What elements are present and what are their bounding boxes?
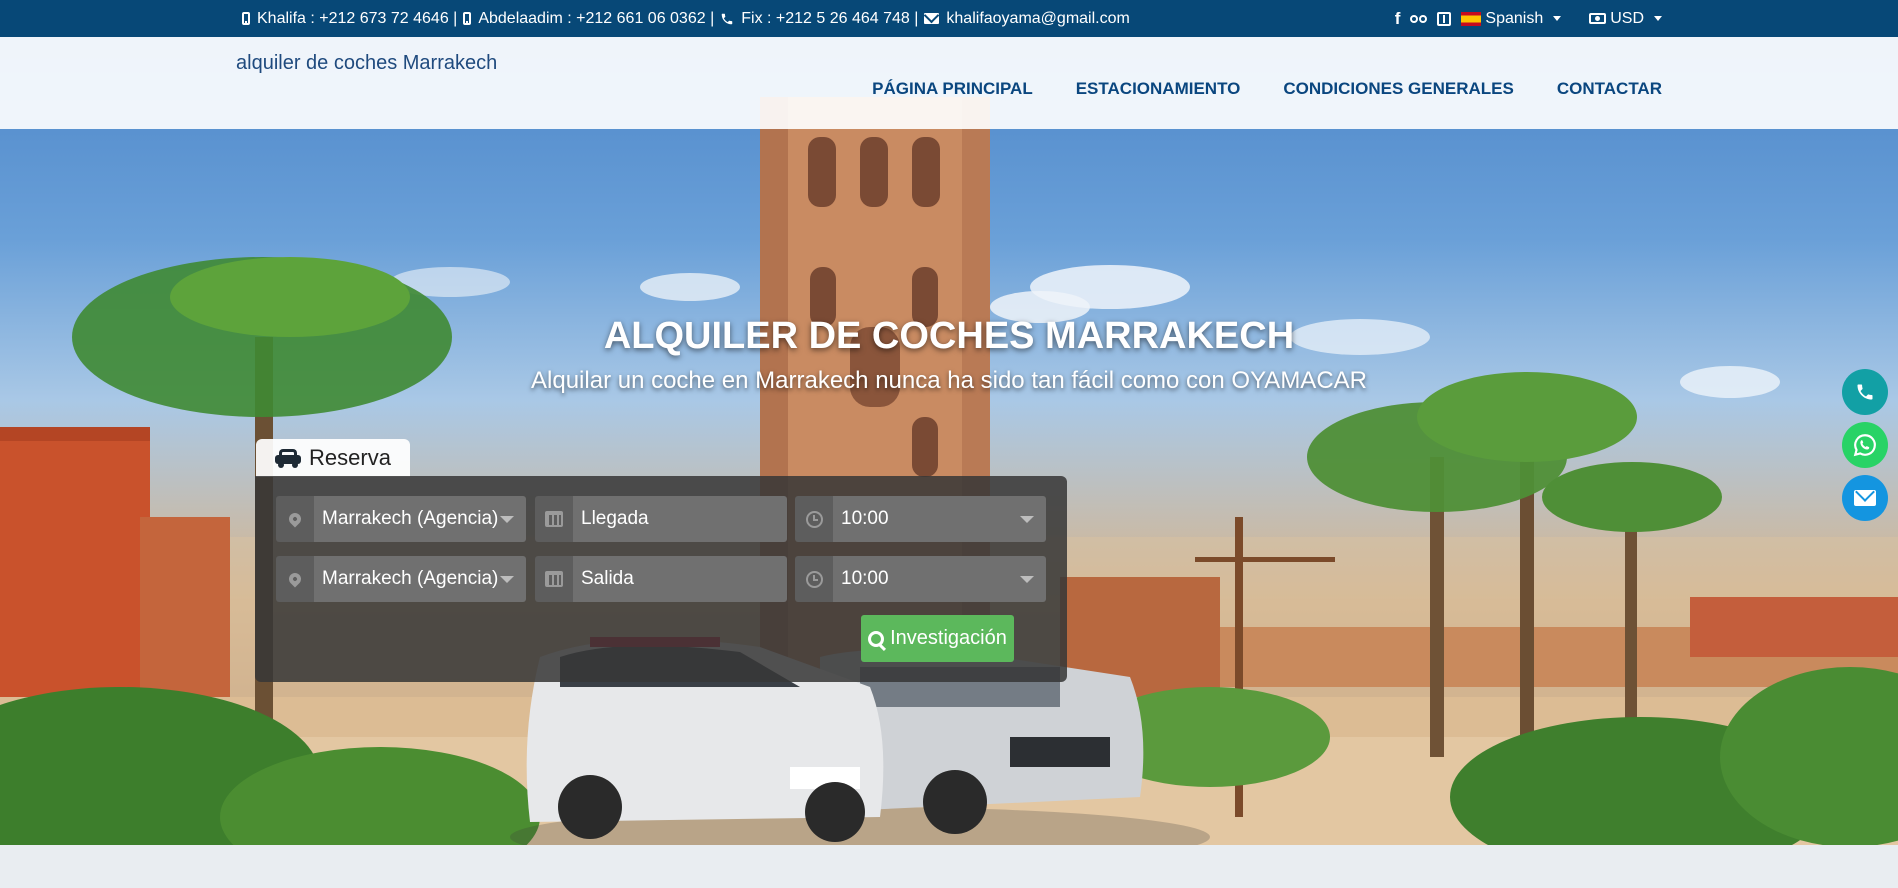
return-time-select[interactable]: 10:00 [795,556,1046,602]
contact-fix[interactable]: Fix : +212 5 26 464 748 | [720,10,918,28]
search-button[interactable]: Investigación [861,615,1014,662]
caret-down-icon [1654,16,1662,21]
site-brand[interactable]: alquiler de coches Marrakech [236,52,497,75]
nav-link-conditions[interactable]: CONDICIONES GENERALES [1283,79,1513,99]
caret-down-icon [500,516,514,523]
contact-email[interactable]: khalifaoyama@gmail.com [924,9,1130,28]
phone-icon [721,13,733,24]
search-icon [868,630,885,647]
phone-icon [1857,384,1873,400]
return-date-input[interactable]: Salida [535,556,787,602]
language-selector[interactable]: Spanish [1461,9,1562,28]
contact-text: Fix : +212 5 26 464 748 | [741,9,919,27]
whatsapp-icon [1853,434,1876,457]
booking-tab[interactable]: Reserva [256,439,410,477]
return-location-value: Marrakech (Agencia) [322,568,499,589]
caret-down-icon [1553,16,1562,21]
caret-down-icon [1020,516,1034,523]
money-icon [1589,13,1607,24]
envelope-icon [924,13,940,24]
booking-tab-label: Reserva [309,445,391,470]
contact-text: khalifaoyama@gmail.com [946,9,1130,27]
contact-list: Khalifa : +212 673 72 4646 | Abdelaadim … [242,0,1130,37]
nav-menu: PÁGINA PRINCIPAL ESTACIONAMIENTO CONDICI… [872,79,1662,99]
language-label: Spanish [1485,9,1544,27]
float-call-button[interactable] [1842,369,1888,415]
pickup-location-value: Marrakech (Agencia) [322,508,499,529]
contact-text: Khalifa : +212 673 72 4646 | [257,9,458,27]
tripadvisor-icon[interactable] [1410,14,1428,23]
hero-subtitle: Alquilar un coche en Marrakech nunca ha … [531,367,1367,394]
map-marker-icon [286,510,304,528]
float-whatsapp-button[interactable] [1842,422,1888,468]
car-icon [275,448,302,468]
search-button-label: Investigación [890,627,1007,649]
contact-khalifa[interactable]: Khalifa : +212 673 72 4646 | [242,10,457,28]
content-strip [0,845,1898,888]
currency-label: USD [1610,9,1644,27]
map-marker-icon [286,570,304,588]
caret-down-icon [500,576,514,583]
contact-abdelaadim[interactable]: Abdelaadim : +212 661 06 0362 | [463,10,714,28]
return-date-placeholder: Salida [581,568,634,589]
pickup-time-value: 10:00 [841,508,889,529]
facebook-icon[interactable]: f [1395,9,1401,29]
spain-flag-icon [1461,11,1482,26]
pickup-date-input[interactable]: Llegada [535,496,787,542]
topbar-right: f Spanish USD [1395,0,1662,37]
return-time-value: 10:00 [841,568,889,589]
guide-book-icon[interactable] [1437,11,1452,26]
caret-down-icon [1020,576,1034,583]
contact-text: Abdelaadim : +212 661 06 0362 | [478,9,715,27]
currency-selector[interactable]: USD [1589,10,1662,28]
top-contact-bar: Khalifa : +212 673 72 4646 | Abdelaadim … [0,0,1898,37]
pickup-location-select[interactable]: Marrakech (Agencia) [276,496,526,542]
pickup-time-select[interactable]: 10:00 [795,496,1046,542]
nav-link-parking[interactable]: ESTACIONAMIENTO [1076,79,1241,99]
nav-link-home[interactable]: PÁGINA PRINCIPAL [872,79,1033,99]
pickup-date-placeholder: Llegada [581,508,649,529]
nav-link-contact[interactable]: CONTACTAR [1557,79,1662,99]
calendar-icon [545,511,563,527]
return-location-select[interactable]: Marrakech (Agencia) [276,556,526,602]
clock-icon [805,510,823,528]
hero-title: ALQUILER DE COCHES MARRAKECH [603,315,1295,357]
mobile-icon [463,12,472,25]
mobile-icon [242,12,250,25]
float-email-button[interactable] [1842,475,1888,521]
main-navbar: alquiler de coches Marrakech PÁGINA PRIN… [0,37,1898,129]
clock-icon [805,570,823,588]
calendar-icon [545,571,563,587]
envelope-icon [1854,490,1876,506]
